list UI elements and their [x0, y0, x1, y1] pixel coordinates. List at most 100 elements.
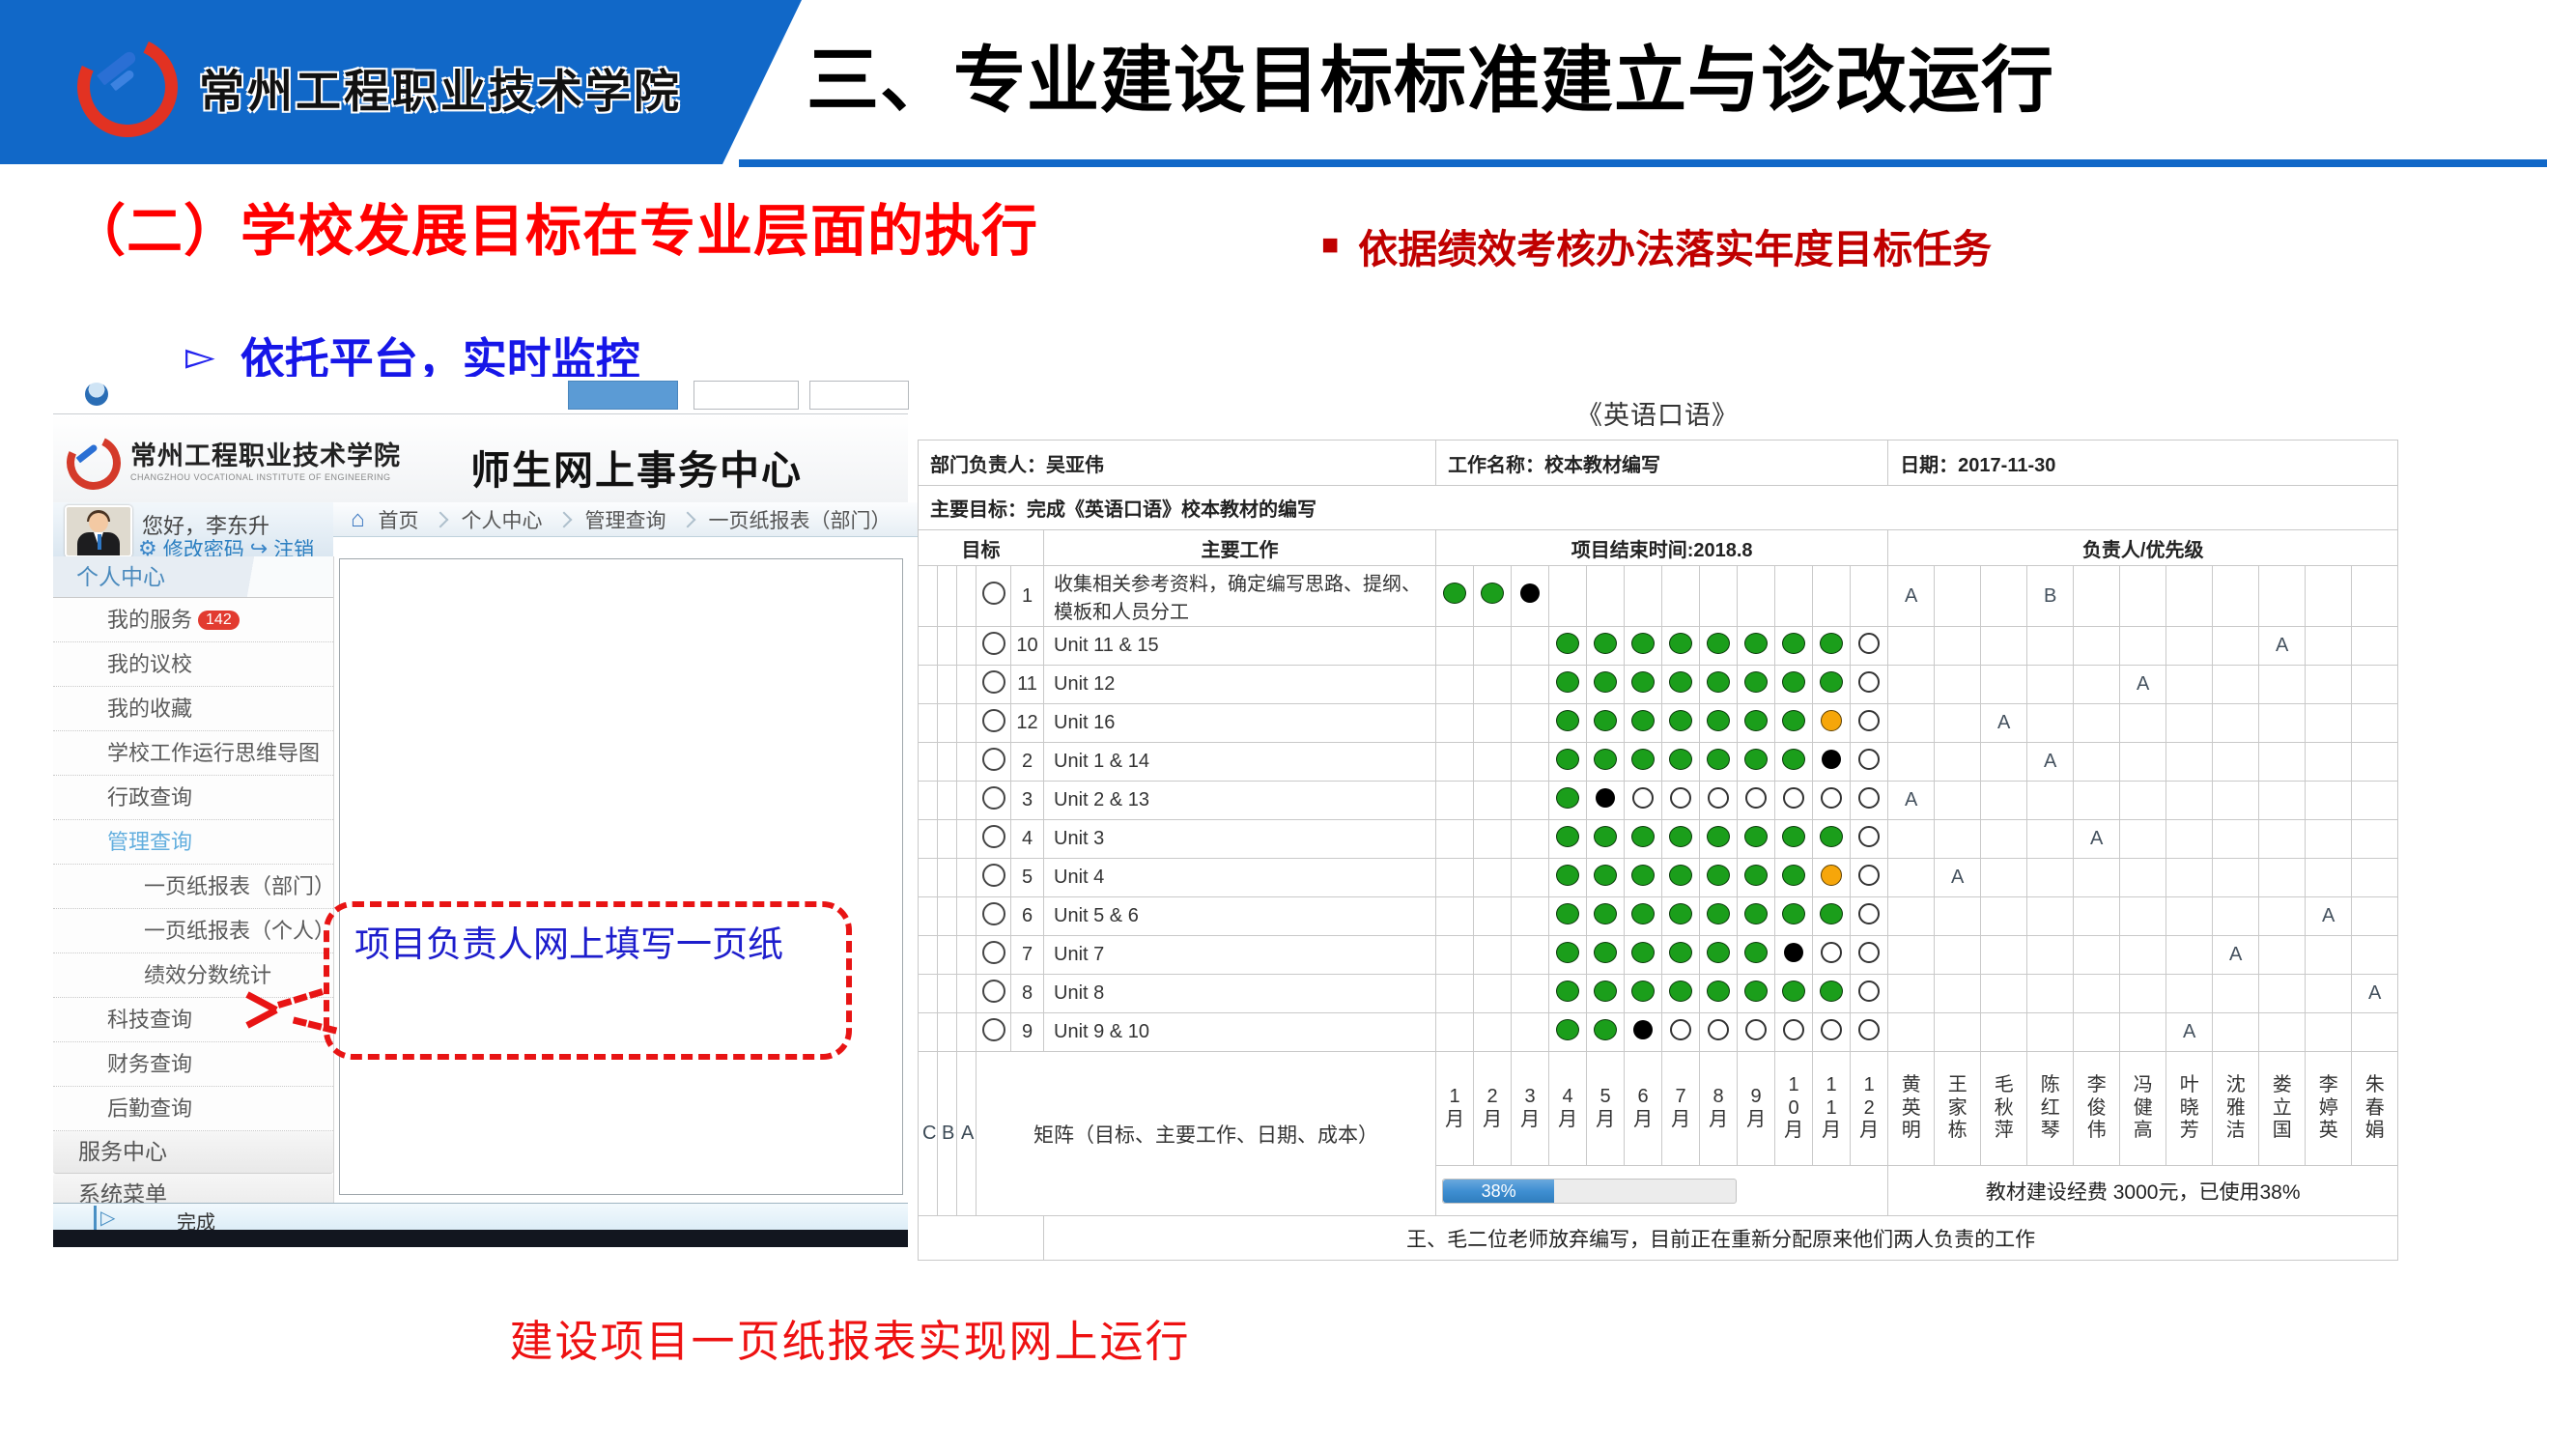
toolbar-field-1[interactable]	[694, 381, 799, 410]
dot-green	[1669, 826, 1692, 847]
dot-green	[1707, 633, 1730, 654]
chevron-right-icon	[432, 511, 448, 527]
dot-black	[1596, 788, 1615, 808]
dot-green	[1707, 671, 1730, 693]
goal-radio[interactable]	[982, 582, 1005, 605]
matrix-row: C B A 矩阵（目标、主要工作、日期、成本） 1月2月3月4月5月6月7月8月…	[919, 1052, 2398, 1166]
priority-assignment	[2352, 859, 2398, 897]
sidebar-item-2[interactable]: 我的收藏	[53, 687, 333, 731]
goal-radio[interactable]	[982, 864, 1005, 887]
goal-number: 1	[1011, 566, 1044, 627]
sidebar-item-label: 一页纸报表（个人）	[144, 919, 335, 943]
dot-empty	[1783, 787, 1804, 809]
dot-green	[1594, 826, 1617, 847]
portal-logo-icon	[59, 428, 128, 498]
priority-assignment	[2027, 666, 2074, 704]
sidebar-item-10[interactable]: 财务查询	[53, 1042, 333, 1087]
breadcrumb-personal[interactable]: 个人中心	[462, 505, 543, 534]
breadcrumb-management[interactable]: 管理查询	[585, 505, 666, 534]
user-panel: 您好，李东升 ⚙ 修改密码 ↪ 注销	[53, 502, 333, 557]
goal-radio[interactable]	[982, 786, 1005, 810]
breadcrumb-home[interactable]: 首页	[379, 505, 419, 534]
sidebar-item-11[interactable]: 后勤查询	[53, 1087, 333, 1131]
dot-green	[1556, 671, 1579, 693]
priority-assignment	[2213, 666, 2259, 704]
work-description: Unit 1 & 14	[1044, 743, 1436, 782]
dot-green	[1556, 749, 1579, 770]
month-header: 1月	[1436, 1052, 1474, 1166]
dot-empty	[1745, 1019, 1767, 1040]
priority-assignment	[2259, 936, 2306, 975]
priority-assignment	[1888, 666, 1935, 704]
dot-green	[1594, 903, 1617, 924]
sidebar-item-5[interactable]: 管理查询	[53, 820, 333, 865]
goal-radio[interactable]	[982, 941, 1005, 964]
footnote-row: 王、毛二位老师放弃编写，目前正在重新分配原来他们两人负责的工作	[919, 1216, 2398, 1261]
goal-radio[interactable]	[982, 748, 1005, 771]
dot-green	[1631, 981, 1655, 1002]
month-header: 4月	[1549, 1052, 1587, 1166]
priority-assignment	[1935, 975, 1981, 1013]
title-divider	[739, 159, 2547, 167]
toolbar-button[interactable]	[568, 381, 678, 410]
priority-assignment	[2259, 1013, 2306, 1052]
sidebar-item-4[interactable]: 行政查询	[53, 776, 333, 820]
priority-assignment	[2352, 782, 2398, 820]
dot-green	[1820, 903, 1843, 924]
dot-empty	[1821, 1019, 1842, 1040]
toolbar-field-2[interactable]	[809, 381, 909, 410]
priority-assignment	[1888, 627, 1935, 666]
priority-assignment	[2306, 859, 2352, 897]
chevron-right-icon	[679, 511, 695, 527]
report-row: 3Unit 2 & 13A	[919, 782, 2398, 820]
priority-assignment	[1981, 1013, 2027, 1052]
person-header: 娄立国	[2259, 1052, 2306, 1166]
priority-assignment	[1981, 820, 2027, 859]
dot-empty	[1745, 787, 1767, 809]
progress-label: 38%	[1482, 1181, 1516, 1201]
priority-assignment: A	[2352, 975, 2398, 1013]
budget-note: 教材建设经费 3000元，已使用38%	[1888, 1166, 2398, 1216]
person-header: 陈红琴	[2027, 1052, 2074, 1166]
sidebar-item-1[interactable]: 我的议校	[53, 642, 333, 687]
sidebar-item-label: 后勤查询	[107, 1096, 192, 1121]
college-logo-text: 常州工程职业技术学院	[199, 54, 682, 121]
dot-green	[1556, 865, 1579, 886]
sidebar-item-0[interactable]: 我的服务142	[53, 598, 333, 642]
sidebar-section-personal[interactable]: 个人中心	[53, 556, 333, 598]
breadcrumb-report[interactable]: 一页纸报表（部门）	[709, 505, 892, 534]
sidebar-item-7[interactable]: 一页纸报表（个人）	[53, 909, 333, 953]
dot-empty	[1858, 749, 1880, 770]
progress-cell: 38%	[1436, 1166, 1888, 1216]
header-banner: 常州工程职业技术学院	[0, 0, 802, 164]
priority-assignment	[1888, 897, 1935, 936]
progress-track: 38%	[1442, 1179, 1737, 1204]
dept-head-cell: 部门负责人：吴亚伟	[919, 441, 1436, 486]
dot-empty	[1783, 1019, 1804, 1040]
goal-radio[interactable]	[982, 980, 1005, 1003]
goal-radio[interactable]	[982, 1018, 1005, 1041]
priority-assignment	[2120, 820, 2166, 859]
sidebar-item-3[interactable]: 学校工作运行思维导图	[53, 731, 333, 776]
dot-green	[1782, 826, 1805, 847]
work-description: Unit 16	[1044, 704, 1436, 743]
goal-radio[interactable]	[982, 670, 1005, 694]
goal-radio[interactable]	[982, 709, 1005, 732]
sidebar-item-label: 我的议校	[107, 652, 192, 676]
goal-radio[interactable]	[982, 632, 1005, 655]
priority-assignment: A	[2306, 897, 2352, 936]
column-header-row: 目标 主要工作 项目结束时间:2018.8 负责人/优先级	[919, 530, 2398, 566]
goal-radio[interactable]	[982, 902, 1005, 925]
dot-empty	[1821, 942, 1842, 963]
report-row: 12Unit 16A	[919, 704, 2398, 743]
goal-radio[interactable]	[982, 825, 1005, 848]
sidebar-item-8[interactable]: 绩效分数统计	[53, 953, 333, 998]
sidebar-item-6[interactable]: 一页纸报表（部门）	[53, 865, 333, 909]
priority-assignment	[2306, 820, 2352, 859]
dot-empty	[1858, 942, 1880, 963]
sidebar-section-service[interactable]: 服务中心	[53, 1131, 333, 1174]
dot-green	[1669, 942, 1692, 963]
dot-green	[1744, 942, 1768, 963]
dot-green	[1556, 1019, 1579, 1040]
priority-assignment	[2166, 897, 2213, 936]
